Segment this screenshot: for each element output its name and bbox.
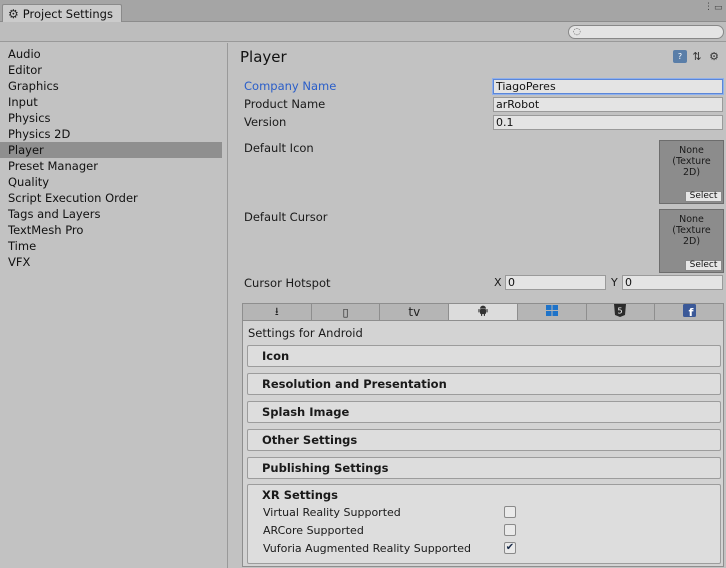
window-lock-icon[interactable]: ▭ <box>714 3 723 13</box>
section-other-settings[interactable]: Other Settings <box>247 429 721 451</box>
android-icon <box>478 305 488 319</box>
sidebar-item-time[interactable]: Time <box>0 238 222 254</box>
default-cursor-select-button[interactable]: Select <box>685 260 722 271</box>
tab-tvos[interactable]: tv <box>380 304 450 320</box>
tab-webgl[interactable]: 5 <box>587 304 656 320</box>
svg-text:f: f <box>688 306 693 317</box>
hotspot-y-field[interactable]: 0 <box>622 275 723 290</box>
sidebar-item-preset-manager[interactable]: Preset Manager <box>0 158 222 174</box>
sidebar-item-vfx[interactable]: VFX <box>0 254 222 270</box>
sidebar-item-input[interactable]: Input <box>0 94 222 110</box>
facebook-icon: f <box>682 304 696 320</box>
tab-windows[interactable] <box>518 304 587 320</box>
page-title: Player <box>240 48 287 66</box>
sidebar-item-tags-and-layers[interactable]: Tags and Layers <box>0 206 222 222</box>
svg-text:5: 5 <box>618 307 623 316</box>
settings-sidebar: Audio Editor Graphics Input Physics Phys… <box>0 43 228 568</box>
window-menu-icon[interactable]: ⋮ <box>704 2 713 12</box>
windows-icon <box>545 305 558 319</box>
section-publishing-settings[interactable]: Publishing Settings <box>247 457 721 479</box>
search-input[interactable]: ◌ <box>568 25 724 39</box>
phone-icon: ▯ <box>342 305 349 319</box>
arcore-supported-label: ARCore Supported <box>263 524 364 537</box>
search-icon: ◌ <box>573 27 581 37</box>
tab-ios[interactable]: ▯ <box>312 304 381 320</box>
default-icon-label: Default Icon <box>244 141 314 155</box>
sidebar-item-editor[interactable]: Editor <box>0 62 222 78</box>
sidebar-item-player[interactable]: Player <box>0 142 222 158</box>
default-icon-select-button[interactable]: Select <box>685 191 722 202</box>
download-icon: ⭳ <box>274 304 279 318</box>
section-icon[interactable]: Icon <box>247 345 721 367</box>
version-field[interactable]: 0.1 <box>493 115 723 130</box>
default-icon-slot[interactable]: None (Texture 2D) Select <box>659 140 724 204</box>
hotspot-x-label: X <box>494 276 502 289</box>
default-cursor-none-text: None (Texture 2D) <box>672 214 711 247</box>
arcore-supported-checkbox[interactable] <box>504 524 516 536</box>
tab-android[interactable] <box>449 304 518 320</box>
tv-label: tv <box>408 305 421 319</box>
settings-gear-icon: ⚙ <box>8 7 19 21</box>
gear-icon[interactable]: ⚙ <box>707 50 721 63</box>
sidebar-item-script-execution-order[interactable]: Script Execution Order <box>0 190 222 206</box>
default-icon-none-text: None (Texture 2D) <box>672 145 711 178</box>
cursor-hotspot-label: Cursor Hotspot <box>244 276 331 290</box>
window-tab-strip: ⚙ Project Settings ⋮ ▭ <box>0 0 726 23</box>
xr-settings-section: XR Settings Virtual Reality Supported AR… <box>247 484 721 564</box>
project-settings-tab[interactable]: ⚙ Project Settings <box>2 4 122 23</box>
settings-for-label: Settings for Android <box>248 326 363 340</box>
sidebar-item-quality[interactable]: Quality <box>0 174 222 190</box>
platform-tabs: ⭳ ▯ tv 5 f <box>242 303 724 321</box>
sidebar-item-textmesh-pro[interactable]: TextMesh Pro <box>0 222 222 238</box>
player-settings-panel: Player ? ⇅ ⚙ Company Name TiagoPeres Pro… <box>229 43 726 568</box>
sidebar-item-audio[interactable]: Audio <box>0 46 222 62</box>
default-cursor-label: Default Cursor <box>244 210 328 224</box>
version-label: Version <box>244 115 287 129</box>
sidebar-item-physics-2d[interactable]: Physics 2D <box>0 126 222 142</box>
header-icons: ? ⇅ ⚙ <box>673 50 721 63</box>
sidebar-item-physics[interactable]: Physics <box>0 110 222 126</box>
hotspot-y-label: Y <box>611 276 618 289</box>
android-settings-box: Settings for Android Icon Resolution and… <box>242 321 724 567</box>
window-tab-label: Project Settings <box>22 7 113 21</box>
vr-supported-checkbox[interactable] <box>504 506 516 518</box>
help-book-icon[interactable]: ? <box>673 50 687 63</box>
product-name-label: Product Name <box>244 97 326 111</box>
tab-facebook[interactable]: f <box>655 304 723 320</box>
company-name-field[interactable]: TiagoPeres <box>493 79 723 94</box>
product-name-field[interactable]: arRobot <box>493 97 723 112</box>
company-name-label: Company Name <box>244 79 337 93</box>
vuforia-supported-checkbox[interactable]: ✔ <box>504 542 516 554</box>
sidebar-list: Audio Editor Graphics Input Physics Phys… <box>0 43 227 270</box>
default-cursor-slot[interactable]: None (Texture 2D) Select <box>659 209 724 273</box>
sidebar-item-graphics[interactable]: Graphics <box>0 78 222 94</box>
vr-supported-label: Virtual Reality Supported <box>263 506 401 519</box>
hotspot-x-field[interactable]: 0 <box>505 275 606 290</box>
section-splash-image[interactable]: Splash Image <box>247 401 721 423</box>
vuforia-supported-label: Vuforia Augmented Reality Supported <box>263 542 471 555</box>
xr-settings-title[interactable]: XR Settings <box>262 488 338 502</box>
settings-toolbar: ◌ <box>0 22 726 42</box>
tab-standalone[interactable]: ⭳ <box>243 304 312 320</box>
section-resolution-and-presentation[interactable]: Resolution and Presentation <box>247 373 721 395</box>
html5-icon: 5 <box>614 304 627 320</box>
preset-icon[interactable]: ⇅ <box>690 50 704 63</box>
